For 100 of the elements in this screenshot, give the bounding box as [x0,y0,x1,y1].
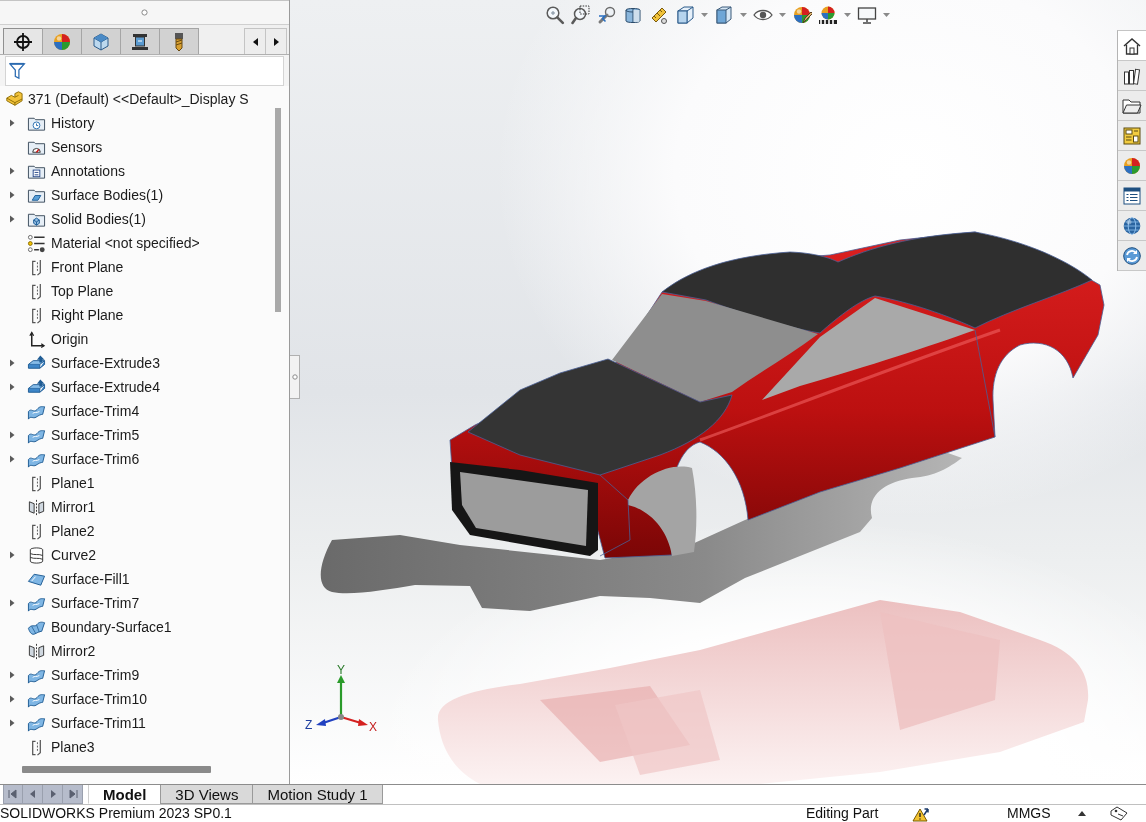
tree-item[interactable]: Sensors [51,139,103,155]
press-icon [130,31,150,52]
tree-item[interactable]: Surface-Trim6 [51,451,140,467]
tree-item[interactable]: Plane3 [51,739,95,755]
task-pane-tab[interactable] [1118,31,1146,61]
color-ball-icon [52,31,72,52]
tree-item[interactable]: Surface-Extrude3 [51,355,160,371]
axes-icon [27,329,46,349]
panel-tab[interactable] [3,28,43,54]
globe-icon [1122,215,1142,236]
skip-left-icon [8,789,18,799]
task-pane-tab[interactable] [1118,61,1146,91]
tree-item[interactable]: Surface Bodies(1) [51,187,164,203]
model-tab[interactable]: 3D Views [160,785,254,804]
color-ball-icon [1122,155,1142,176]
tree-item[interactable]: Curve2 [51,547,97,563]
mirror-icon [27,497,46,517]
tree-item[interactable]: Top Plane [51,283,114,299]
tree-item[interactable]: Mirror2 [51,643,96,659]
dropdown-caret-icon[interactable] [844,13,851,17]
dropdown-caret-icon[interactable] [779,13,786,17]
expand-arrow-icon[interactable] [9,719,15,727]
axis-label: Y [337,663,345,677]
tab-scroll-button[interactable] [265,28,287,54]
arrow-left-icon [252,37,258,46]
ruler-icon[interactable] [649,5,669,25]
triad-axes [316,675,368,726]
crosshair-icon [13,31,33,52]
expand-arrow-icon[interactable] [9,695,15,703]
section-cylinder-icon[interactable] [623,5,643,25]
tree-item[interactable]: Material <not specified> [51,235,200,251]
filter-field[interactable] [5,56,284,86]
dropdown-caret-icon[interactable] [701,13,708,17]
tree-item[interactable]: Right Plane [51,307,124,323]
tree-item[interactable]: Surface-Trim7 [51,595,140,611]
task-pane-tab[interactable] [1118,91,1146,121]
tree-item[interactable]: Mirror1 [51,499,96,515]
units-selector[interactable]: MMGS [1007,805,1078,822]
expand-arrow-icon[interactable] [9,119,15,127]
expand-arrow-icon[interactable] [9,551,15,559]
scrollbar-thumb[interactable] [22,766,211,773]
tree-item[interactable]: Surface-Trim5 [51,427,140,443]
tree-item[interactable]: Surface-Trim4 [51,403,140,419]
tree-item[interactable]: Annotations [51,163,125,179]
tab-scroll-button[interactable] [244,28,266,54]
axis-label: X [369,720,377,734]
magnifier-arrow-icon[interactable] [597,5,617,25]
expand-arrow-icon[interactable] [9,431,15,439]
model-tab[interactable]: Motion Study 1 [252,785,383,804]
expand-arrow-icon[interactable] [9,215,15,223]
mirror-icon [27,641,46,661]
shaded-box-icon[interactable] [714,5,734,25]
expand-arrow-icon[interactable] [9,455,15,463]
filter-icon [9,61,27,81]
tree-item[interactable]: Surface-Trim10 [51,691,147,707]
tree-item[interactable]: Origin [51,331,89,347]
tree-item[interactable]: Surface-Trim11 [51,715,146,731]
expand-arrow-icon[interactable] [9,671,15,679]
monitor-icon[interactable] [857,5,877,25]
magnifier-area-icon[interactable] [571,5,591,25]
tree-item[interactable]: Front Plane [51,259,124,275]
expand-arrow-icon[interactable] [9,191,15,199]
tree-item[interactable]: Plane2 [51,523,95,539]
refresh-icon [1122,245,1142,266]
warning-arrow-icon[interactable] [912,805,930,822]
dropdown-caret-icon[interactable] [740,13,747,17]
layout-grid-icon [1122,125,1142,146]
tag-icon[interactable] [1110,806,1128,821]
expand-arrow-icon[interactable] [9,383,15,391]
expand-arrow-icon[interactable] [9,359,15,367]
part-block-icon [5,90,23,108]
expand-arrow-icon[interactable] [9,167,15,175]
grip-dot-icon[interactable] [141,9,148,16]
arrow-right-icon [273,37,279,46]
grip-dot-icon [291,374,298,380]
home-icon [1122,35,1142,56]
color-ball-floor-icon[interactable] [818,5,838,25]
caret-up-icon[interactable] [1078,811,1086,816]
tree-item[interactable]: Surface-Fill1 [51,571,130,587]
tree-item[interactable]: Plane1 [51,475,95,491]
tree-item[interactable]: History [51,115,95,131]
task-pane-tab[interactable] [1118,241,1146,271]
scrollbar-thumb[interactable] [274,108,281,312]
tree-item[interactable]: Surface-Extrude4 [51,379,160,395]
tree-item[interactable]: Solid Bodies(1) [51,211,146,227]
tree-item[interactable]: 371 (Default) <<Default>_Display S [28,91,249,107]
list-dots-icon [27,233,46,253]
panel-tab[interactable] [120,28,160,54]
dropdown-caret-icon[interactable] [883,13,890,17]
edit-mode-text: Editing Part [806,805,880,822]
form-icon [1122,185,1142,206]
tree-item[interactable]: Boundary-Surface1 [51,619,172,635]
skip-right-icon [67,789,78,799]
task-pane-tab[interactable] [1118,181,1146,211]
tree-item[interactable]: Surface-Trim9 [51,667,140,683]
panel-collapse-handle[interactable] [290,355,300,399]
magnifier-icon[interactable] [545,5,565,25]
expand-arrow-icon[interactable] [9,599,15,607]
cube-icon[interactable] [675,5,695,25]
color-ball-pencil-icon[interactable] [792,5,812,25]
